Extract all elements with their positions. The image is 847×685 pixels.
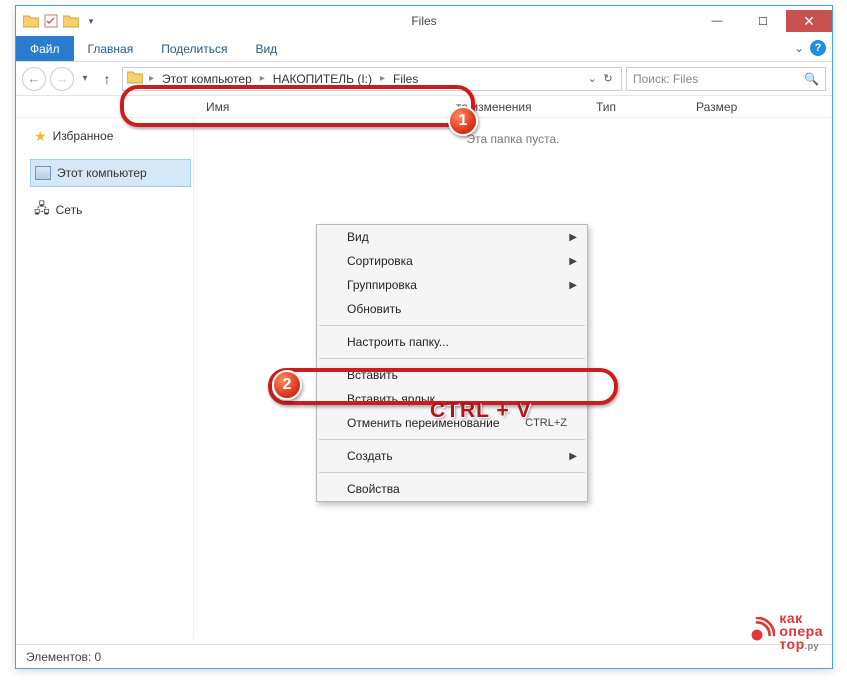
menu-separator	[319, 472, 585, 473]
submenu-arrow-icon: ▶	[569, 280, 577, 291]
chevron-right-icon[interactable]: ▸	[147, 73, 156, 84]
ctx-refresh[interactable]: Обновить	[317, 297, 587, 321]
annotation-badge-1: 1	[448, 106, 478, 136]
context-menu: Вид▶ Сортировка▶ Группировка▶ Обновить Н…	[316, 224, 588, 502]
network-label: Сеть	[56, 203, 83, 217]
ctx-view[interactable]: Вид▶	[317, 225, 587, 249]
window-controls: — ☐ ✕	[694, 10, 832, 32]
navigation-pane: ★ Избранное Этот компьютер 🖧 Сеть	[16, 118, 194, 638]
breadcrumb-folder[interactable]: Files	[387, 72, 424, 86]
search-input[interactable]: Поиск: Files 🔍	[626, 67, 826, 91]
ctx-group[interactable]: Группировка▶	[317, 273, 587, 297]
forward-button[interactable]: →	[50, 67, 74, 91]
favorites-label: Избранное	[53, 129, 114, 143]
watermark-text: как опера тор.ру	[779, 612, 823, 653]
ctx-create[interactable]: Создать▶	[317, 444, 587, 468]
computer-icon	[35, 166, 51, 180]
ribbon-expand-icon[interactable]: ⌄	[794, 41, 804, 55]
ctx-customize[interactable]: Настроить папку...	[317, 330, 587, 354]
submenu-arrow-icon: ▶	[569, 256, 577, 267]
help-icon[interactable]: ?	[810, 40, 826, 56]
watermark-logo-icon	[739, 617, 775, 653]
network-icon: 🖧	[34, 198, 50, 222]
ctx-sort[interactable]: Сортировка▶	[317, 249, 587, 273]
close-button[interactable]: ✕	[786, 10, 832, 32]
folder-icon	[22, 12, 40, 30]
ctx-properties[interactable]: Свойства	[317, 477, 587, 501]
search-placeholder: Поиск: Files	[633, 72, 698, 86]
refresh-icon[interactable]: ↻	[599, 70, 617, 88]
breadcrumb-this-pc[interactable]: Этот компьютер	[156, 72, 258, 86]
tab-home[interactable]: Главная	[74, 36, 148, 61]
column-size[interactable]: Размер	[686, 100, 766, 114]
status-bar: Элементов: 0	[16, 644, 832, 668]
minimize-button[interactable]: —	[694, 10, 740, 32]
quick-access-toolbar: ▼	[16, 9, 106, 33]
submenu-arrow-icon: ▶	[569, 232, 577, 243]
address-dropdown-icon[interactable]: ⌄	[588, 72, 597, 85]
this-pc-label: Этот компьютер	[57, 166, 147, 180]
star-icon: ★	[34, 128, 47, 145]
history-dropdown-icon[interactable]: ▾	[78, 73, 92, 84]
search-icon: 🔍	[804, 72, 819, 86]
watermark: как опера тор.ру	[739, 612, 823, 653]
titlebar: ▼ Files — ☐ ✕	[16, 6, 832, 36]
annotation-hotkey-label: CTRL + V	[430, 399, 532, 423]
navpane-network[interactable]: 🖧 Сеть	[16, 196, 193, 224]
tab-view[interactable]: Вид	[241, 36, 291, 61]
annotation-badge-2: 2	[272, 370, 302, 400]
new-folder-icon[interactable]	[62, 12, 80, 30]
tab-file[interactable]: Файл	[16, 36, 74, 61]
annotation-highlight-1	[120, 85, 475, 127]
back-button[interactable]: ←	[22, 67, 46, 91]
chevron-right-icon[interactable]: ▸	[378, 73, 387, 84]
item-count: Элементов: 0	[26, 650, 101, 664]
menu-separator	[319, 358, 585, 359]
tab-share[interactable]: Поделиться	[147, 36, 241, 61]
properties-icon[interactable]	[42, 12, 60, 30]
submenu-arrow-icon: ▶	[569, 451, 577, 462]
menu-separator	[319, 439, 585, 440]
navpane-this-pc[interactable]: Этот компьютер	[30, 159, 191, 187]
up-button[interactable]: ↑	[96, 68, 118, 90]
breadcrumb-drive[interactable]: НАКОПИТЕЛЬ (I:)	[267, 72, 378, 86]
ribbon-tabs: Файл Главная Поделиться Вид ⌄ ?	[16, 36, 832, 62]
maximize-button[interactable]: ☐	[740, 10, 786, 32]
column-type[interactable]: Тип	[586, 100, 686, 114]
chevron-right-icon[interactable]: ▸	[258, 73, 267, 84]
menu-separator	[319, 325, 585, 326]
qat-dropdown-icon[interactable]: ▼	[82, 12, 100, 30]
